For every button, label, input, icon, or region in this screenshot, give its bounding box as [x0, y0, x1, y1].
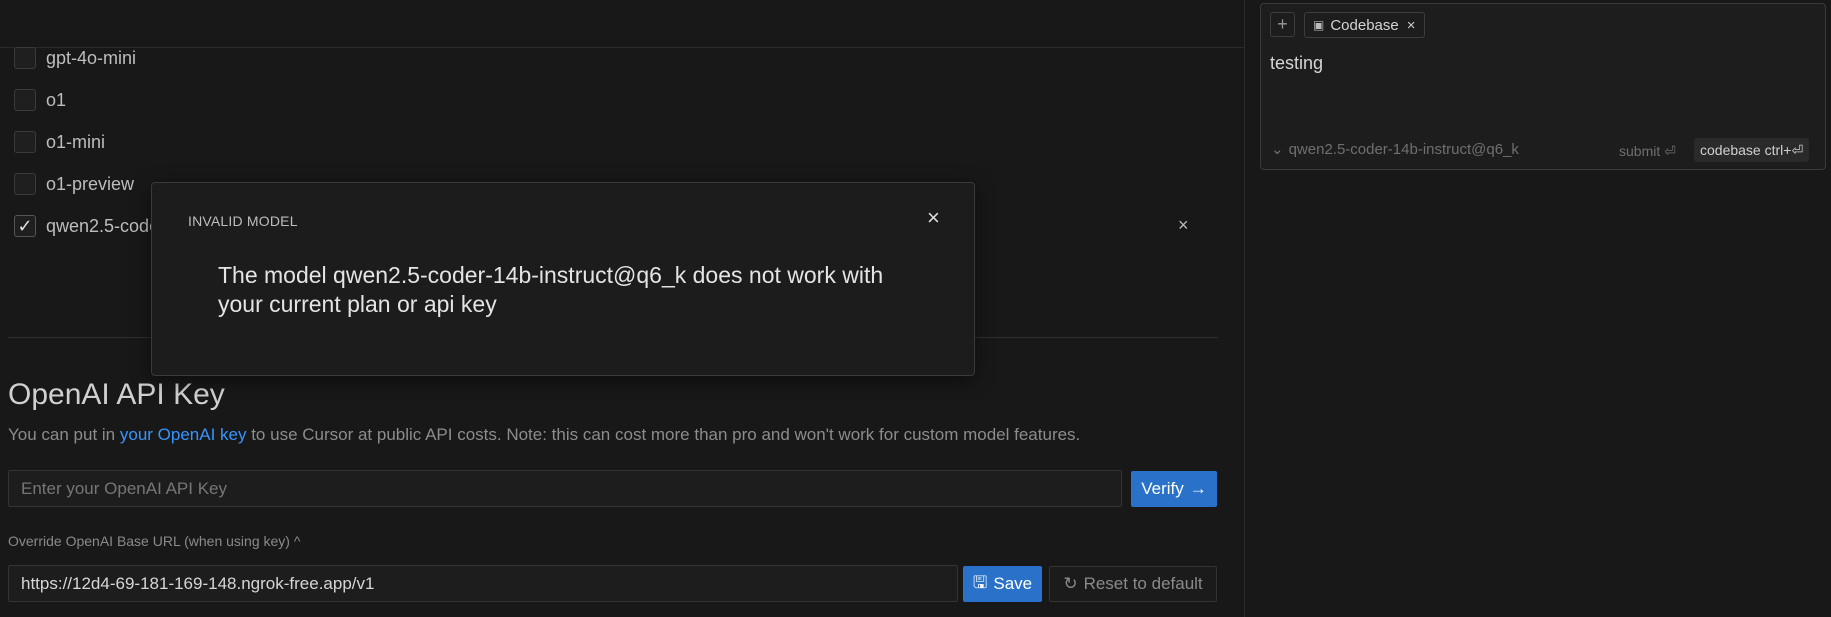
model-label: o1 [46, 89, 67, 110]
api-key-input[interactable] [8, 470, 1122, 507]
chat-textarea[interactable]: testing [1270, 53, 1323, 74]
codebase-icon: ▣ [1313, 18, 1325, 32]
chip-label: Codebase [1330, 16, 1399, 34]
invalid-model-dialog: INVALID MODEL × The model qwen2.5-coder-… [151, 182, 975, 376]
model-name: qwen2.5-coder-14b-instruct@q6_k [1288, 140, 1519, 158]
model-row-qwen[interactable]: ✓ qwen2.5-code [14, 212, 159, 240]
submit-button[interactable]: submit ⏎ [1619, 143, 1676, 160]
model-checkbox[interactable] [14, 131, 36, 153]
desc-suffix: to use Cursor at public API costs. Note:… [246, 425, 1081, 444]
model-checkbox[interactable] [14, 173, 36, 195]
model-label: o1-mini [46, 131, 106, 152]
close-icon[interactable]: × [1407, 17, 1416, 34]
reset-label: Reset to default [1083, 574, 1203, 593]
top-strip [0, 0, 1244, 48]
chat-input-panel: + ▣ Codebase × testing ⌄ qwen2.5-coder-1… [1260, 3, 1826, 170]
override-label: Override OpenAI Base URL (when using key… [8, 533, 290, 549]
chevron-up-icon: ^ [293, 533, 301, 549]
codebase-context-chip[interactable]: ▣ Codebase × [1304, 12, 1425, 38]
section-description: You can put in your OpenAI key to use Cu… [8, 425, 1080, 445]
add-context-button[interactable]: + [1270, 12, 1295, 37]
settings-pane: gpt-4o-mini o1 o1-mini o1-preview ✓ qwen… [0, 0, 1244, 617]
openai-key-link[interactable]: your OpenAI key [120, 425, 247, 444]
model-label: o1-preview [46, 173, 135, 194]
model-label: gpt-4o-mini [46, 47, 137, 68]
model-row-o1[interactable]: o1 [14, 86, 66, 114]
save-icon: 🖫 [972, 572, 988, 592]
dialog-title: INVALID MODEL [188, 213, 298, 229]
desc-prefix: You can put in [8, 425, 120, 444]
section-title: OpenAI API Key [8, 378, 225, 411]
model-row-o1-mini[interactable]: o1-mini [14, 128, 105, 156]
model-checkbox[interactable] [14, 47, 36, 69]
model-label: qwen2.5-code [46, 215, 160, 236]
arrow-right-icon: → [1189, 479, 1207, 498]
model-checkbox[interactable] [14, 89, 36, 111]
reset-icon: ↻ [1063, 574, 1078, 593]
override-base-url-toggle[interactable]: Override OpenAI Base URL (when using key… [8, 533, 300, 549]
verify-label: Verify [1141, 479, 1184, 498]
model-selector[interactable]: ⌄ qwen2.5-coder-14b-instruct@q6_k [1271, 140, 1519, 159]
model-checkbox-checked[interactable]: ✓ [14, 215, 36, 237]
pane-divider[interactable] [1244, 0, 1245, 617]
save-label: Save [993, 574, 1033, 593]
model-row-gpt-4o-mini[interactable]: gpt-4o-mini [14, 44, 136, 72]
codebase-submit-button[interactable]: codebase ctrl+⏎ [1694, 138, 1810, 162]
remove-model-icon[interactable]: × [1178, 215, 1189, 236]
base-url-input[interactable] [8, 565, 958, 602]
verify-button[interactable]: Verify → [1131, 471, 1217, 507]
dialog-message: The model qwen2.5-coder-14b-instruct@q6_… [218, 262, 884, 317]
model-row-o1-preview[interactable]: o1-preview [14, 170, 134, 198]
reset-button[interactable]: ↻ Reset to default [1049, 566, 1217, 602]
chevron-down-icon: ⌄ [1271, 141, 1284, 158]
save-button[interactable]: 🖫 Save [963, 566, 1042, 602]
close-icon[interactable]: × [927, 205, 940, 231]
